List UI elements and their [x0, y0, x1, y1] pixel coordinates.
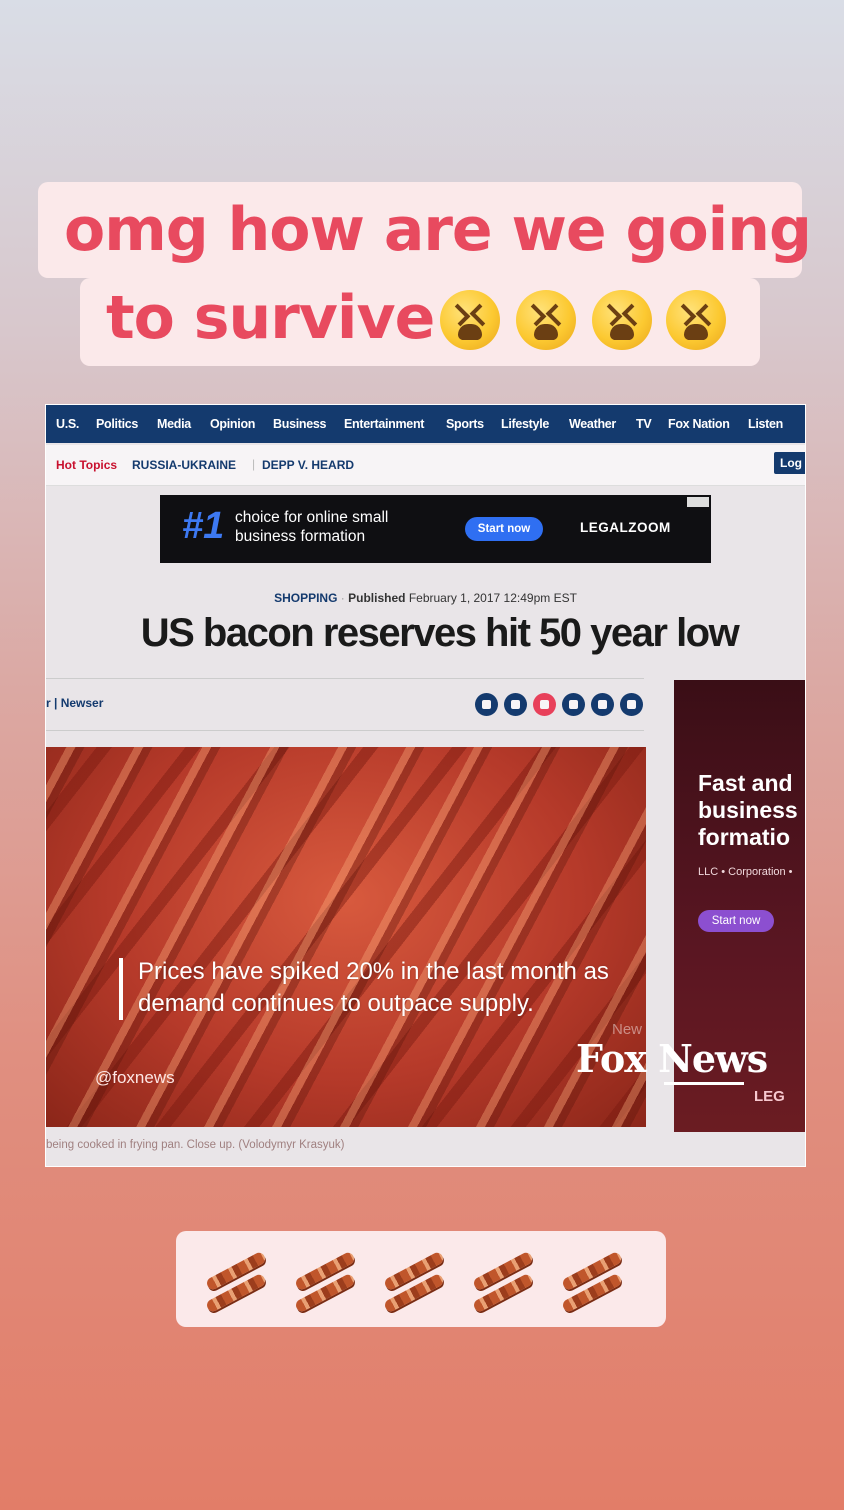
nav-item[interactable]: Business [273, 417, 326, 431]
overlay-quote-line1: Prices have spiked 20% in the last month… [138, 958, 609, 985]
twitter-share-icon[interactable] [504, 693, 527, 716]
sidebar-ad-subtext: LLC • Corporation • [698, 866, 793, 878]
nav-item[interactable]: Listen [748, 417, 783, 431]
site-nav: U.S. Politics Media Opinion Business Ent… [46, 405, 805, 443]
story-caption-line2: to survive [106, 283, 435, 353]
nav-item[interactable]: Entertainment [344, 417, 424, 431]
hot-topic-link[interactable]: DEPP V. HEARD [262, 458, 354, 472]
published-date: February 1, 2017 12:49pm EST [408, 591, 577, 605]
nav-item[interactable]: Opinion [210, 417, 255, 431]
sidebar-ad-line: Fast and [698, 770, 793, 796]
bacon-emoji-bar [176, 1231, 666, 1327]
login-button[interactable]: Log [774, 452, 805, 474]
quote-bar [119, 958, 123, 1020]
published-label: Published [348, 591, 406, 605]
story-caption-line1: omg how are we going [64, 195, 812, 265]
tired-face-emoji-icon [666, 290, 726, 350]
tired-face-emoji-icon [516, 290, 576, 350]
sidebar-ad-line: business [698, 797, 798, 823]
article-meta: SHOPPING · Published February 1, 2017 12… [274, 591, 577, 605]
sidebar-ad-start-button[interactable]: Start now [698, 910, 774, 932]
ad-number: #1 [182, 505, 225, 547]
bacon-emoji-icon [293, 1250, 357, 1314]
tired-face-emoji-icon [592, 290, 652, 350]
nav-item[interactable]: TV [636, 417, 652, 431]
fox-news-logo: Fox News [576, 1036, 768, 1081]
email-share-icon[interactable] [620, 693, 643, 716]
bacon-emoji-icon [560, 1250, 624, 1314]
article-category[interactable]: SHOPPING [274, 591, 337, 605]
source-handle: @foxnews [95, 1068, 175, 1087]
sidebar-ad-brand: LEG [754, 1088, 785, 1105]
ad-text: choice for online small business formati… [235, 509, 389, 545]
sidebar-ad-line: formatio [698, 824, 790, 850]
nav-item[interactable]: Sports [446, 417, 484, 431]
overlay-quote: Prices have spiked 20% in the last month… [138, 956, 609, 1020]
story-caption-line1-box: omg how are we going [38, 182, 812, 278]
banner-ad[interactable]: #1 choice for online small business form… [160, 495, 711, 563]
nav-item[interactable]: Fox Nation [668, 417, 730, 431]
hot-topics-bar: Hot Topics RUSSIA-UKRAINE | DEPP V. HEAR… [46, 445, 805, 486]
hot-topic-link[interactable]: RUSSIA-UKRAINE [132, 458, 236, 472]
nav-item[interactable]: Media [157, 417, 191, 431]
photo-caption: being cooked in frying pan. Close up. (V… [46, 1139, 345, 1151]
nav-item[interactable]: Lifestyle [501, 417, 549, 431]
ad-start-button[interactable]: Start now [465, 517, 543, 541]
sidebar-ad-headline: Fast and business formatio [698, 770, 798, 851]
bacon-emoji-icon [471, 1250, 535, 1314]
divider [46, 678, 644, 679]
facebook-share-icon[interactable] [475, 693, 498, 716]
bacon-emoji-icon [382, 1250, 446, 1314]
story-caption-line2-box: to survive [80, 278, 760, 366]
logo-underline [664, 1082, 744, 1085]
article-headline: US bacon reserves hit 50 year low [140, 611, 740, 655]
article-byline[interactable]: r | Newser [46, 696, 103, 710]
topic-separator: | [252, 457, 256, 471]
overlay-quote-line2: demand continues to outpace supply. [138, 990, 534, 1017]
divider [46, 730, 644, 731]
nav-item[interactable]: Politics [96, 417, 138, 431]
ad-choices-icon[interactable] [687, 497, 709, 507]
nav-item[interactable]: Weather [569, 417, 616, 431]
hot-topics-label: Hot Topics [56, 458, 118, 472]
bacon-emoji-icon [204, 1250, 268, 1314]
comment-icon[interactable] [562, 693, 585, 716]
print-icon[interactable] [591, 693, 614, 716]
ad-brand: LEGALZOOM [580, 520, 671, 535]
flipboard-share-icon[interactable] [533, 693, 556, 716]
nav-item[interactable]: U.S. [56, 417, 79, 431]
tired-face-emoji-icon [440, 290, 500, 350]
